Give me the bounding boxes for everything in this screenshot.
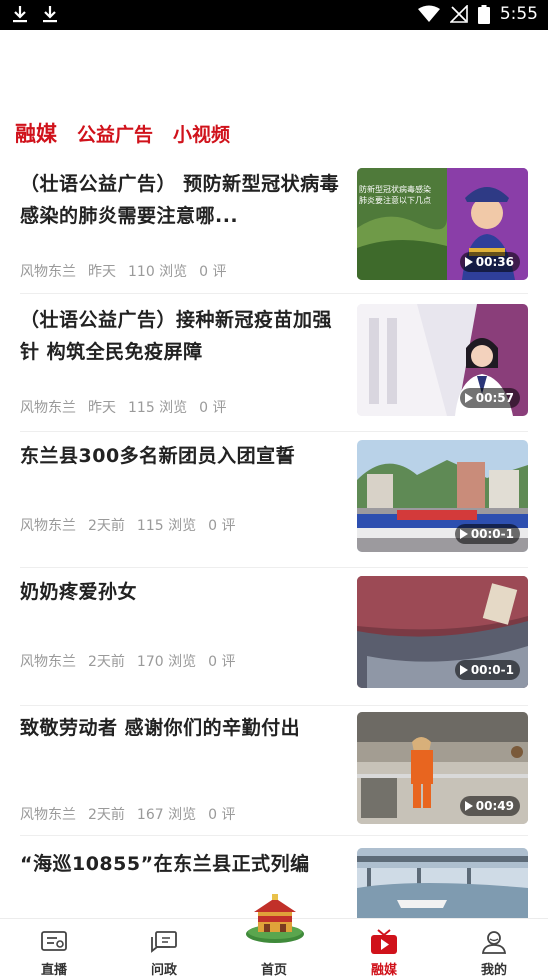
video-thumbnail[interactable]: 00:0-1 bbox=[357, 576, 528, 688]
download-icon bbox=[13, 6, 27, 23]
list-item[interactable]: 奶奶疼爱孙女 风物东兰 2天前 170 浏览 0 评 00:0-1 bbox=[20, 576, 528, 706]
nav-item-rongmei[interactable]: 融媒 bbox=[344, 919, 424, 980]
thumbnail-caption: 防新型冠状病毒感染 肺炎要注意以下几点 bbox=[359, 185, 431, 205]
nav-label: 融媒 bbox=[370, 963, 397, 978]
video-duration-badge: 00:49 bbox=[459, 796, 520, 816]
item-meta: 风物东兰 2天前 115 浏览 0 评 bbox=[20, 515, 235, 535]
item-meta: 风物东兰 昨天 110 浏览 0 评 bbox=[20, 261, 227, 281]
profile-icon bbox=[481, 931, 507, 954]
status-bar: 5:55 bbox=[0, 0, 548, 30]
play-icon bbox=[464, 393, 473, 403]
nav-label: 我的 bbox=[480, 963, 507, 978]
item-title: “海巡10855”在东兰县正式列编 bbox=[20, 853, 310, 875]
video-duration-badge: 00:0-1 bbox=[454, 524, 520, 544]
video-duration: 00:0-1 bbox=[470, 527, 514, 541]
tab-public-ads[interactable]: 公益广告 bbox=[77, 120, 153, 147]
list-item[interactable]: （壮语公益广告）接种新冠疫苗加强针 构筑全民免疫屏障 风物东兰 昨天 115 浏… bbox=[20, 304, 528, 432]
item-title: 奶奶疼爱孙女 bbox=[20, 581, 138, 603]
play-icon bbox=[464, 801, 473, 811]
list-item[interactable]: 东兰县300多名新团员入团宣誓 风物东兰 2天前 115 浏览 0 评 00:0… bbox=[20, 440, 528, 568]
video-thumbnail[interactable]: 防新型冠状病毒感染 肺炎要注意以下几点 00:36 bbox=[357, 168, 528, 280]
nav-label: 直播 bbox=[40, 963, 67, 978]
category-tabs: 融媒 公益广告 小视频 bbox=[15, 118, 230, 148]
item-source: 风物东兰 bbox=[20, 264, 76, 280]
item-comments: 0 评 bbox=[208, 654, 236, 670]
item-source: 风物东兰 bbox=[20, 807, 76, 823]
video-thumbnail[interactable]: 00:0-1 bbox=[357, 440, 528, 552]
video-duration-badge: 00:57 bbox=[459, 388, 520, 408]
item-comments: 0 评 bbox=[208, 518, 236, 534]
item-views: 115 浏览 bbox=[128, 400, 188, 416]
item-comments: 0 评 bbox=[208, 807, 236, 823]
item-title: （壮语公益广告） 预防新型冠状病毒感染的肺炎需要注意哪... bbox=[20, 173, 340, 227]
inquiry-chat-icon bbox=[151, 931, 177, 953]
play-icon bbox=[459, 529, 468, 539]
item-time: 2天前 bbox=[88, 807, 125, 823]
no-signal-icon bbox=[449, 5, 468, 23]
video-thumbnail[interactable]: 00:57 bbox=[357, 304, 528, 416]
wifi-icon bbox=[417, 5, 440, 22]
live-tv-icon bbox=[41, 931, 67, 951]
item-views: 115 浏览 bbox=[136, 518, 197, 534]
video-duration-badge: 00:36 bbox=[459, 252, 520, 272]
list-item[interactable]: （壮语公益广告） 预防新型冠状病毒感染的肺炎需要注意哪... 风物东兰 昨天 1… bbox=[20, 168, 528, 294]
download-icon bbox=[43, 6, 57, 23]
nav-item-profile[interactable]: 我的 bbox=[454, 919, 534, 980]
video-duration: 00:49 bbox=[475, 799, 514, 813]
news-feed[interactable]: （壮语公益广告） 预防新型冠状病毒感染的肺炎需要注意哪... 风物东兰 昨天 1… bbox=[0, 150, 548, 918]
item-meta: 风物东兰 2天前 167 浏览 0 评 bbox=[20, 804, 235, 824]
video-duration: 00:57 bbox=[475, 391, 514, 405]
item-time: 2天前 bbox=[88, 518, 125, 534]
video-duration: 00:36 bbox=[475, 255, 514, 269]
status-time: 5:55 bbox=[499, 4, 538, 24]
item-title: （壮语公益广告）接种新冠疫苗加强针 构筑全民免疫屏障 bbox=[20, 309, 333, 363]
video-thumbnail[interactable]: 00:49 bbox=[357, 712, 528, 824]
play-icon bbox=[459, 665, 468, 675]
nav-item-inquiry[interactable]: 问政 bbox=[124, 919, 204, 980]
item-time: 昨天 bbox=[88, 400, 116, 416]
tab-short-video[interactable]: 小视频 bbox=[173, 120, 230, 147]
item-views: 170 浏览 bbox=[136, 654, 197, 670]
item-meta: 风物东兰 昨天 115 浏览 0 评 bbox=[20, 397, 227, 417]
item-source: 风物东兰 bbox=[20, 518, 76, 534]
item-time: 昨天 bbox=[88, 264, 116, 280]
nav-item-live[interactable]: 直播 bbox=[14, 919, 94, 980]
video-play-icon bbox=[371, 929, 397, 954]
item-title: 东兰县300多名新团员入团宣誓 bbox=[20, 445, 296, 467]
video-duration-badge: 00:0-1 bbox=[454, 660, 520, 680]
video-duration: 00:0-1 bbox=[470, 663, 514, 677]
home-logo-icon[interactable] bbox=[244, 894, 306, 944]
item-comments: 0 评 bbox=[199, 400, 227, 416]
item-title: 致敬劳动者 感谢你们的辛勤付出 bbox=[20, 717, 301, 739]
item-source: 风物东兰 bbox=[20, 654, 76, 670]
list-item[interactable]: 致敬劳动者 感谢你们的辛勤付出 风物东兰 2天前 167 浏览 0 评 00:4… bbox=[20, 712, 528, 836]
item-time: 2天前 bbox=[88, 654, 125, 670]
nav-label: 问政 bbox=[150, 963, 177, 978]
item-comments: 0 评 bbox=[199, 264, 227, 280]
item-views: 167 浏览 bbox=[136, 807, 197, 823]
item-source: 风物东兰 bbox=[20, 400, 76, 416]
tab-rongmei[interactable]: 融媒 bbox=[15, 118, 57, 148]
video-thumbnail[interactable] bbox=[357, 848, 528, 918]
nav-label: 首页 bbox=[260, 963, 287, 978]
play-icon bbox=[464, 257, 473, 267]
item-views: 110 浏览 bbox=[128, 264, 188, 280]
battery-icon bbox=[477, 4, 490, 24]
item-meta: 风物东兰 2天前 170 浏览 0 评 bbox=[20, 651, 235, 671]
